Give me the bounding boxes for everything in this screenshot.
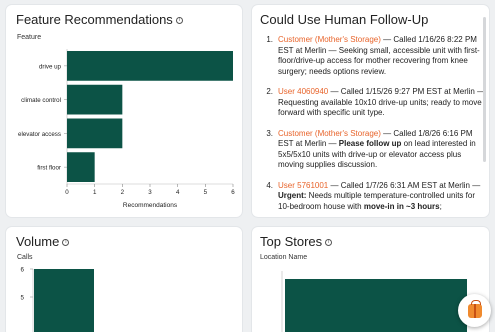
top-stores-bar-chart <box>281 271 467 332</box>
followup-item-body: Customer (Mother's Storage) — Called 1/8… <box>278 129 488 171</box>
bar <box>34 269 94 332</box>
followup-card: Could Use Human Follow-Up 1. Customer (M… <box>252 5 489 217</box>
bar <box>67 118 123 149</box>
followup-item-text: ; <box>439 201 442 211</box>
followup-list: 1. Customer (Mother's Storage) — Called … <box>262 35 488 217</box>
top-stores-card: Top Stores i Location Name <box>252 227 489 332</box>
bar <box>285 279 467 332</box>
followup-title: Could Use Human Follow-Up <box>260 12 429 27</box>
followup-item-number: 1. <box>266 35 273 44</box>
y-tick-label: first floor <box>37 165 61 172</box>
x-tick-label: 1 <box>93 189 97 196</box>
gift-icon <box>467 299 482 318</box>
followup-item: 2. User 4060940 — Called 1/15/26 9:27 PM… <box>262 87 488 119</box>
followup-item-number: 3. <box>266 128 273 138</box>
followup-item: 3. Customer (Mother's Storage) — Called … <box>262 129 488 171</box>
y-tick-label: elevator access <box>18 131 61 138</box>
followup-scrollbar[interactable] <box>483 17 486 162</box>
followup-item-bold: Please follow up <box>338 139 402 148</box>
followup-item-link[interactable]: Customer (Mother's Storage) <box>278 35 381 44</box>
volume-card: Volume i Calls 56 <box>6 227 242 332</box>
x-tick-label: 6 <box>231 189 235 196</box>
y-tick-label: drive up <box>39 63 62 70</box>
followup-item-body: Customer (Mother's Storage) — Called 1/1… <box>278 35 488 77</box>
followup-item-number: 4. <box>266 180 273 190</box>
x-tick-label: 0 <box>65 189 69 196</box>
followup-item-text: — Called 1/7/26 6:31 AM EST at Merlin — <box>328 180 481 190</box>
bar <box>67 152 95 182</box>
followup-item: 4. User 5761001 — Called 1/7/26 6:31 AM … <box>262 181 488 213</box>
x-axis-title: Recommendations <box>123 202 178 209</box>
followup-item-body: User 5761001 — Called 1/7/26 6:31 AM EST… <box>278 181 488 213</box>
x-tick-label: 5 <box>204 189 208 196</box>
feature-bar-chart: drive up climate control elevator access fi… <box>18 49 235 209</box>
followup-item: 1. Customer (Mother's Storage) — Called … <box>262 35 488 77</box>
y-tick-label: 6 <box>21 267 25 274</box>
x-tick-label: 4 <box>176 189 180 196</box>
followup-item-link[interactable]: User 5761001 <box>278 181 328 190</box>
y-tick-label: 5 <box>21 295 25 302</box>
feature-recommendations-card: Feature Recommendations i Feature drive u… <box>6 5 242 217</box>
bar <box>67 84 123 115</box>
followup-item-link[interactable]: Customer (Mother's Storage) <box>278 129 381 138</box>
followup-item-bold: move-in in ~3 hours <box>363 201 440 211</box>
bar <box>67 51 233 81</box>
followup-item-body: User 4060940 — Called 1/15/26 9:27 PM ES… <box>278 87 488 119</box>
followup-item-number: 2. <box>266 87 273 96</box>
gift-button[interactable] <box>458 294 491 327</box>
followup-item-bold: Urgent: <box>278 191 307 200</box>
y-tick-label: climate control <box>21 97 61 104</box>
x-tick-label: 2 <box>121 189 125 196</box>
volume-bar-chart: 56 <box>21 267 94 332</box>
x-tick-label: 3 <box>148 189 152 196</box>
followup-item-link[interactable]: User 4060940 <box>278 87 328 96</box>
